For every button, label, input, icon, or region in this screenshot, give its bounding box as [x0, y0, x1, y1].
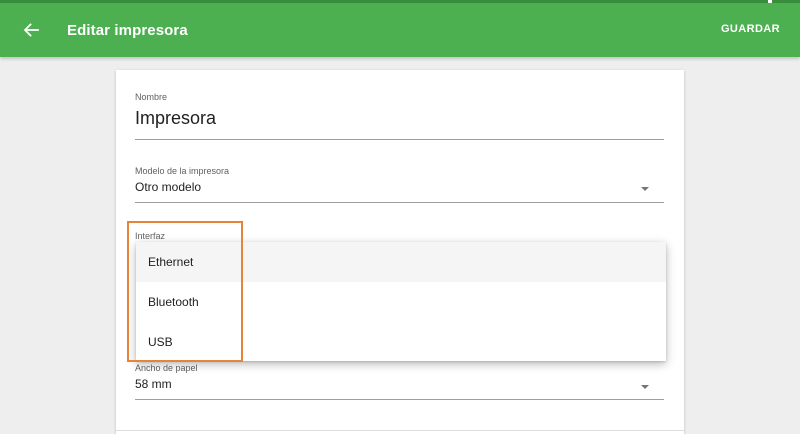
name-underline — [135, 139, 664, 140]
paper-width-underline — [135, 399, 664, 400]
name-input[interactable]: Impresora — [135, 108, 216, 129]
menu-item-usb[interactable]: USB — [136, 322, 666, 362]
paper-width-dropdown-arrow-icon[interactable] — [641, 385, 649, 389]
model-select[interactable]: Modelo de la impresora Otro modelo — [135, 166, 664, 204]
arrow-back-icon — [23, 23, 39, 37]
interface-dropdown-menu: Ethernet Bluetooth USB — [136, 242, 666, 361]
paper-width-select[interactable]: Ancho de papel 58 mm — [135, 363, 664, 401]
card-divider — [116, 430, 684, 431]
back-button[interactable] — [14, 12, 48, 48]
interface-label: Interfaz — [135, 231, 166, 241]
name-field[interactable]: Nombre Impresora — [135, 92, 664, 141]
name-label: Nombre — [135, 92, 168, 102]
model-dropdown-arrow-icon[interactable] — [641, 187, 649, 191]
app-toolbar: Editar impresora GUARDAR — [0, 3, 800, 57]
model-underline — [135, 202, 664, 203]
save-button[interactable]: GUARDAR — [721, 23, 780, 35]
model-value[interactable]: Otro modelo — [135, 180, 201, 194]
page-title: Editar impresora — [67, 22, 188, 39]
menu-item-bluetooth[interactable]: Bluetooth — [136, 282, 666, 322]
paper-width-value[interactable]: 58 mm — [135, 377, 172, 391]
paper-width-label: Ancho de papel — [135, 363, 198, 373]
model-label: Modelo de la impresora — [135, 166, 230, 176]
menu-item-ethernet[interactable]: Ethernet — [136, 242, 666, 282]
